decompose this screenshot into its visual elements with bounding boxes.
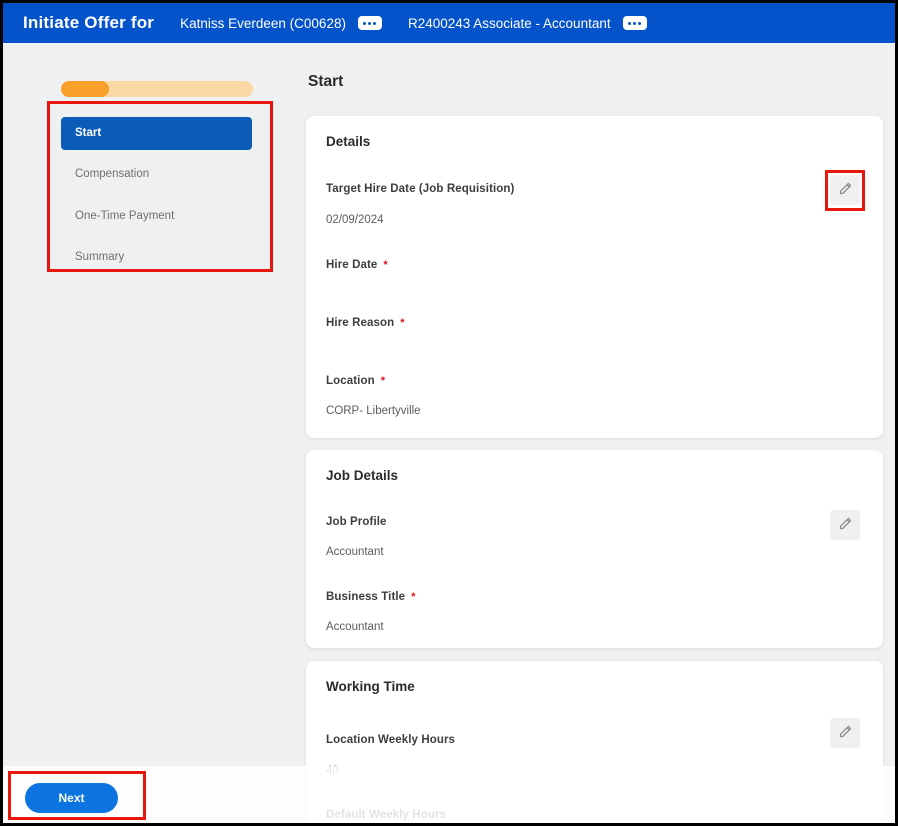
field-label: Business Title* — [326, 591, 416, 603]
field-label: Target Hire Date (Job Requisition) — [326, 183, 514, 195]
field-label: Location* — [326, 375, 385, 387]
required-asterisk: * — [383, 259, 387, 271]
pencil-icon — [838, 181, 853, 199]
field-value: CORP- Libertyville — [326, 405, 421, 417]
field-value: Accountant — [326, 621, 384, 633]
candidate-related-actions-button[interactable] — [358, 16, 382, 30]
sidebar-step-compensation[interactable]: Compensation — [75, 168, 149, 180]
working-time-card-title: Working Time — [326, 679, 415, 694]
field-label: Location Weekly Hours — [326, 734, 455, 746]
field-label: Job Profile — [326, 516, 387, 528]
details-card-title: Details — [326, 134, 370, 149]
pencil-icon — [838, 516, 853, 534]
field-label: Hire Date* — [326, 259, 388, 271]
job-details-card-title: Job Details — [326, 468, 398, 483]
next-button[interactable]: Next — [25, 783, 118, 813]
details-edit-button[interactable] — [830, 175, 860, 205]
initiate-offer-window: Initiate Offer for Katniss Everdeen (C00… — [0, 0, 898, 826]
sidebar-step-summary[interactable]: Summary — [75, 251, 124, 263]
job-details-card: Job Details Job Profile Accountant Busin… — [306, 450, 883, 648]
sidebar-step-one-time-payment[interactable]: One-Time Payment — [75, 210, 174, 222]
field-label: Hire Reason* — [326, 317, 405, 329]
pencil-icon — [838, 724, 853, 742]
field-value: Accountant — [326, 546, 384, 558]
requisition-related-actions-button[interactable] — [623, 16, 647, 30]
footer-bar: Next — [3, 766, 895, 823]
ellipsis-icon — [363, 22, 376, 25]
page-title: Start — [308, 73, 343, 91]
job-requisition-title: R2400243 Associate - Accountant — [408, 16, 611, 31]
required-asterisk: * — [411, 591, 415, 603]
required-asterisk: * — [381, 375, 385, 387]
header-bar: Initiate Offer for Katniss Everdeen (C00… — [3, 3, 895, 43]
job-details-edit-button[interactable] — [830, 510, 860, 540]
field-value: 02/09/2024 — [326, 214, 384, 226]
page-header-title: Initiate Offer for — [23, 13, 154, 33]
progress-bar — [61, 81, 253, 97]
working-time-edit-button[interactable] — [830, 718, 860, 748]
candidate-name: Katniss Everdeen (C00628) — [180, 16, 346, 31]
progress-bar-fill — [61, 81, 109, 97]
sidebar-step-start[interactable]: Start — [61, 117, 252, 150]
ellipsis-icon — [628, 22, 641, 25]
details-card: Details Target Hire Date (Job Requisitio… — [306, 116, 883, 438]
required-asterisk: * — [400, 317, 404, 329]
